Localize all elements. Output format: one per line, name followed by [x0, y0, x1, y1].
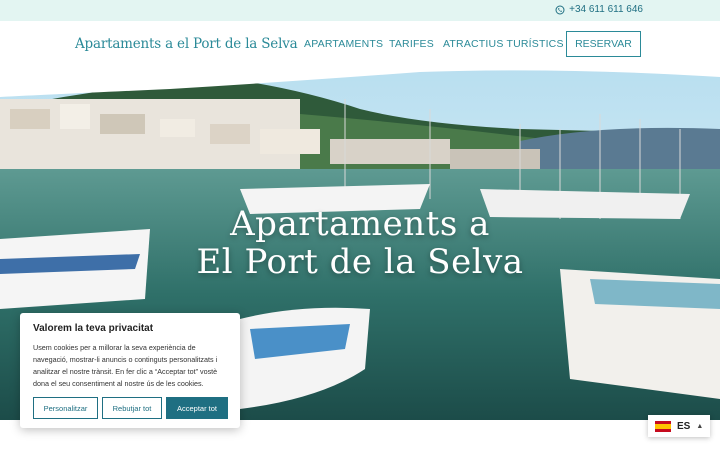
phone-number: +34 611 611 646 [569, 4, 643, 15]
language-code: ES [677, 420, 691, 432]
caret-up-icon: ▲ [696, 422, 704, 430]
nav-tarifes[interactable]: TARIFES [389, 38, 434, 50]
hero-title: Apartaments a El Port de la Selva [0, 205, 720, 281]
cookie-buttons: Personalitzar Rebutjar tot Acceptar tot [33, 397, 228, 419]
cookie-text: Usem cookies per a millorar la seva expe… [33, 343, 218, 388]
phone-link[interactable]: +34 611 611 646 [555, 4, 643, 15]
top-bar: +34 611 611 646 [0, 0, 720, 21]
language-switcher[interactable]: ES ▲ [648, 415, 710, 437]
spain-flag-icon [655, 420, 671, 432]
reserve-button[interactable]: RESERVAR [566, 31, 641, 57]
accept-all-button[interactable]: Acceptar tot [166, 397, 228, 419]
cookie-title: Valorem la teva privacitat [33, 323, 154, 334]
customize-button[interactable]: Personalitzar [33, 397, 98, 419]
hero-title-line2: El Port de la Selva [196, 242, 524, 282]
hero-title-line1: Apartaments a [230, 204, 490, 244]
cookie-banner: Valorem la teva privacitat Usem cookies … [20, 313, 240, 428]
reject-all-button[interactable]: Rebutjar tot [102, 397, 162, 419]
site-logo[interactable]: Apartaments a el Port de la Selva [75, 36, 298, 52]
nav-apartaments[interactable]: APARTAMENTS [304, 38, 383, 50]
site-header: Apartaments a el Port de la Selva APARTA… [0, 21, 720, 69]
whatsapp-icon [555, 5, 565, 14]
nav-atractius[interactable]: ATRACTIUS TURÍSTICS [443, 38, 564, 50]
